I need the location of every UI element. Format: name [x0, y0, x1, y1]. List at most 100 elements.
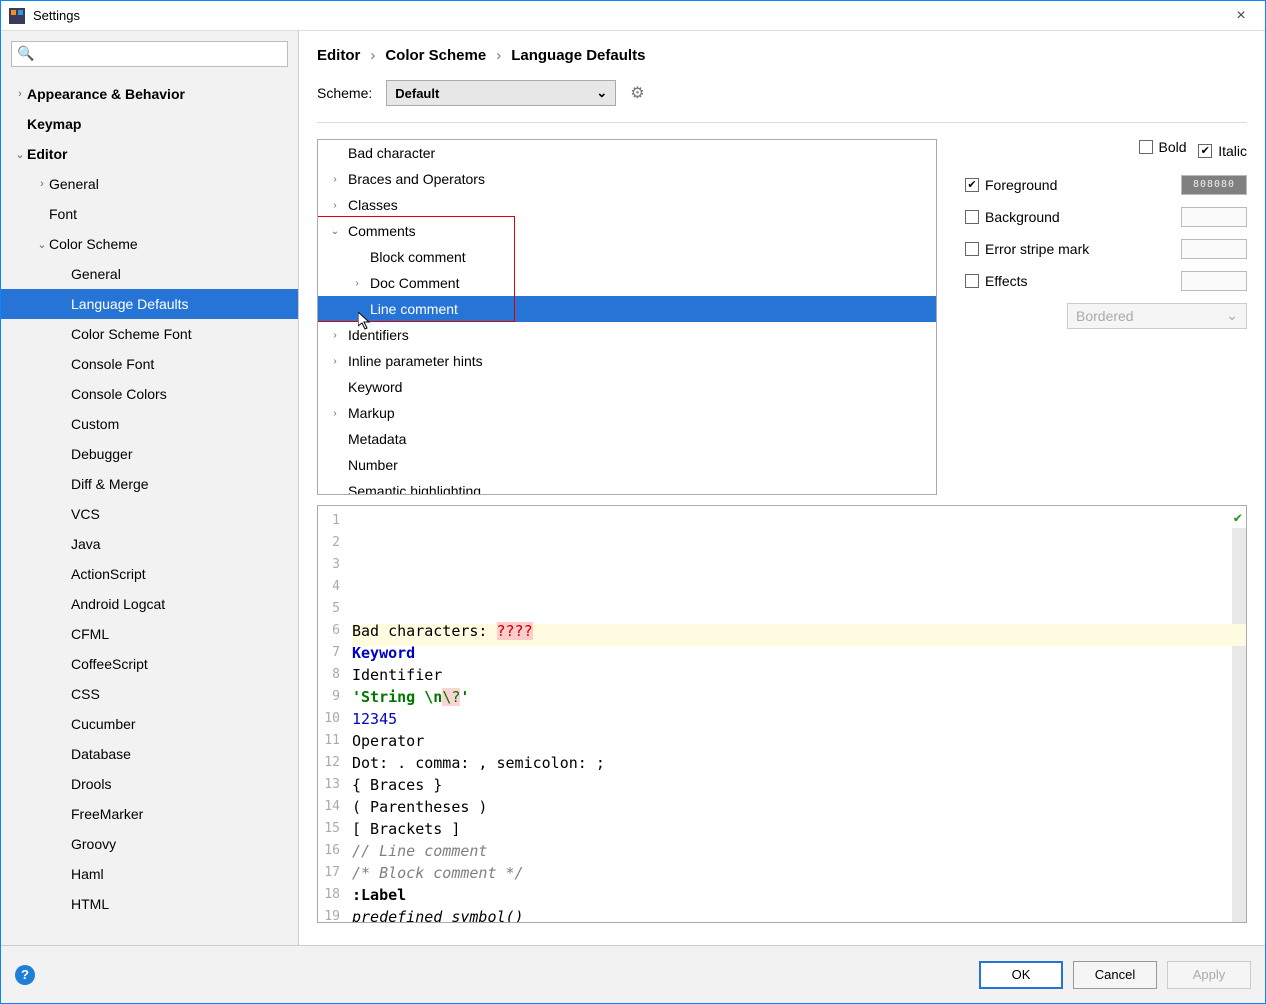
sidebar-item[interactable]: Console Colors: [1, 379, 298, 409]
chevron-right-icon: ›: [370, 47, 375, 64]
attribute-item[interactable]: › Classes: [318, 192, 936, 218]
help-button[interactable]: ?: [15, 965, 35, 985]
attribute-item[interactable]: › Braces and Operators: [318, 166, 936, 192]
italic-checkbox[interactable]: ✔Italic: [1198, 143, 1247, 159]
sidebar-item[interactable]: Database: [1, 739, 298, 769]
sidebar-item[interactable]: Font: [1, 199, 298, 229]
app-icon: [9, 8, 25, 24]
sidebar-item-label: Drools: [71, 776, 111, 792]
attribute-item-label: Identifiers: [348, 327, 409, 343]
sidebar-item[interactable]: Custom: [1, 409, 298, 439]
toggle-icon: ›: [328, 200, 342, 211]
sidebar-item-label: HTML: [71, 896, 109, 912]
sidebar-item[interactable]: Android Logcat: [1, 589, 298, 619]
search-input[interactable]: [11, 41, 288, 67]
toggle-icon: ›: [13, 88, 27, 100]
sidebar-item[interactable]: Groovy: [1, 829, 298, 859]
bold-checkbox[interactable]: Bold: [1139, 139, 1187, 155]
sidebar-item[interactable]: ›Appearance & Behavior: [1, 79, 298, 109]
sidebar-item-label: CFML: [71, 626, 109, 642]
attribute-item[interactable]: ⌄Comments: [318, 218, 936, 244]
sidebar-item[interactable]: Language Defaults: [1, 289, 298, 319]
toggle-icon: ⌄: [35, 238, 49, 251]
sidebar-item[interactable]: Haml: [1, 859, 298, 889]
attribute-item[interactable]: Metadata: [318, 426, 936, 452]
sidebar-item[interactable]: Console Font: [1, 349, 298, 379]
chevron-down-icon: ⌄: [1226, 307, 1238, 324]
attribute-item-label: Comments: [348, 223, 416, 239]
sidebar-item[interactable]: HTML: [1, 889, 298, 919]
attribute-tree[interactable]: Bad character › Braces and Operators › Class…: [317, 139, 937, 495]
sidebar-item-label: Java: [71, 536, 101, 552]
crumb-editor[interactable]: Editor: [317, 47, 360, 64]
background-checkbox[interactable]: Background: [965, 209, 1060, 225]
sidebar-item[interactable]: ActionScript: [1, 559, 298, 589]
code-preview[interactable]: Bad characters: ????KeywordIdentifier'St…: [346, 506, 1246, 922]
attribute-item[interactable]: ›Markup: [318, 400, 936, 426]
toggle-icon: ›: [328, 356, 342, 367]
sidebar-item-label: Cucumber: [71, 716, 136, 732]
sidebar-item-label: Groovy: [71, 836, 116, 852]
attribute-item-label: Braces and Operators: [348, 171, 485, 187]
ok-button[interactable]: OK: [979, 961, 1063, 989]
attribute-item[interactable]: ›Inline parameter hints: [318, 348, 936, 374]
settings-sidebar: 🔍 ›Appearance & BehaviorKeymap⌄Editor›Ge…: [1, 31, 299, 945]
close-icon[interactable]: ×: [1225, 7, 1257, 25]
crumb-color-scheme[interactable]: Color Scheme: [385, 47, 486, 64]
crumb-language-defaults: Language Defaults: [511, 47, 645, 64]
sidebar-item-label: General: [71, 266, 121, 282]
check-icon[interactable]: ✔: [1234, 510, 1242, 526]
foreground-swatch[interactable]: 808080: [1181, 175, 1247, 195]
attribute-item[interactable]: Semantic highlighting: [318, 478, 936, 495]
error-stripe-swatch[interactable]: [1181, 239, 1247, 259]
apply-button[interactable]: Apply: [1167, 961, 1251, 989]
error-stripe-checkbox[interactable]: Error stripe mark: [965, 241, 1089, 257]
sidebar-item[interactable]: FreeMarker: [1, 799, 298, 829]
attribute-item[interactable]: Bad character: [318, 140, 936, 166]
settings-tree[interactable]: ›Appearance & BehaviorKeymap⌄Editor›Gene…: [1, 73, 298, 945]
sidebar-item[interactable]: CFML: [1, 619, 298, 649]
sidebar-item[interactable]: Cucumber: [1, 709, 298, 739]
cancel-button[interactable]: Cancel: [1073, 961, 1157, 989]
sidebar-item[interactable]: CSS: [1, 679, 298, 709]
sidebar-item-label: Editor: [27, 146, 67, 162]
titlebar: Settings ×: [1, 1, 1265, 31]
sidebar-item-label: Color Scheme: [49, 236, 138, 252]
attribute-item[interactable]: Number: [318, 452, 936, 478]
toggle-icon: ⌄: [13, 148, 27, 161]
toggle-icon: ›: [350, 278, 364, 289]
background-swatch[interactable]: [1181, 207, 1247, 227]
sidebar-item[interactable]: Color Scheme Font: [1, 319, 298, 349]
sidebar-item-label: Diff & Merge: [71, 476, 149, 492]
line-gutter: 12345678910111213141516171819: [318, 506, 346, 922]
effects-checkbox[interactable]: Effects: [965, 273, 1028, 289]
sidebar-item[interactable]: General: [1, 259, 298, 289]
sidebar-item[interactable]: Java: [1, 529, 298, 559]
sidebar-item[interactable]: CoffeeScript: [1, 649, 298, 679]
sidebar-item-label: Haml: [71, 866, 104, 882]
sidebar-item[interactable]: ⌄Editor: [1, 139, 298, 169]
sidebar-item[interactable]: VCS: [1, 499, 298, 529]
sidebar-item-label: Language Defaults: [71, 296, 189, 312]
foreground-checkbox[interactable]: ✔Foreground: [965, 177, 1057, 193]
attribute-item[interactable]: Line comment: [318, 296, 936, 322]
attribute-item[interactable]: ›Identifiers: [318, 322, 936, 348]
attribute-item[interactable]: Keyword: [318, 374, 936, 400]
attribute-item[interactable]: › Doc Comment: [318, 270, 936, 296]
attribute-item-label: Classes: [348, 197, 398, 213]
attribute-item-label: Doc Comment: [370, 275, 459, 291]
attribute-item[interactable]: Block comment: [318, 244, 936, 270]
sidebar-item[interactable]: Drools: [1, 769, 298, 799]
scheme-select[interactable]: Default ⌄: [386, 80, 616, 106]
sidebar-item[interactable]: Keymap: [1, 109, 298, 139]
gear-icon[interactable]: ⚙: [630, 83, 644, 103]
toggle-icon: ›: [328, 174, 342, 185]
dialog-footer: ? OK Cancel Apply: [1, 945, 1265, 1003]
sidebar-item[interactable]: Diff & Merge: [1, 469, 298, 499]
effects-swatch[interactable]: [1181, 271, 1247, 291]
sidebar-item[interactable]: Debugger: [1, 439, 298, 469]
sidebar-item-label: Custom: [71, 416, 119, 432]
sidebar-item[interactable]: ⌄Color Scheme: [1, 229, 298, 259]
attribute-item-label: Semantic highlighting: [348, 483, 481, 495]
sidebar-item[interactable]: ›General: [1, 169, 298, 199]
